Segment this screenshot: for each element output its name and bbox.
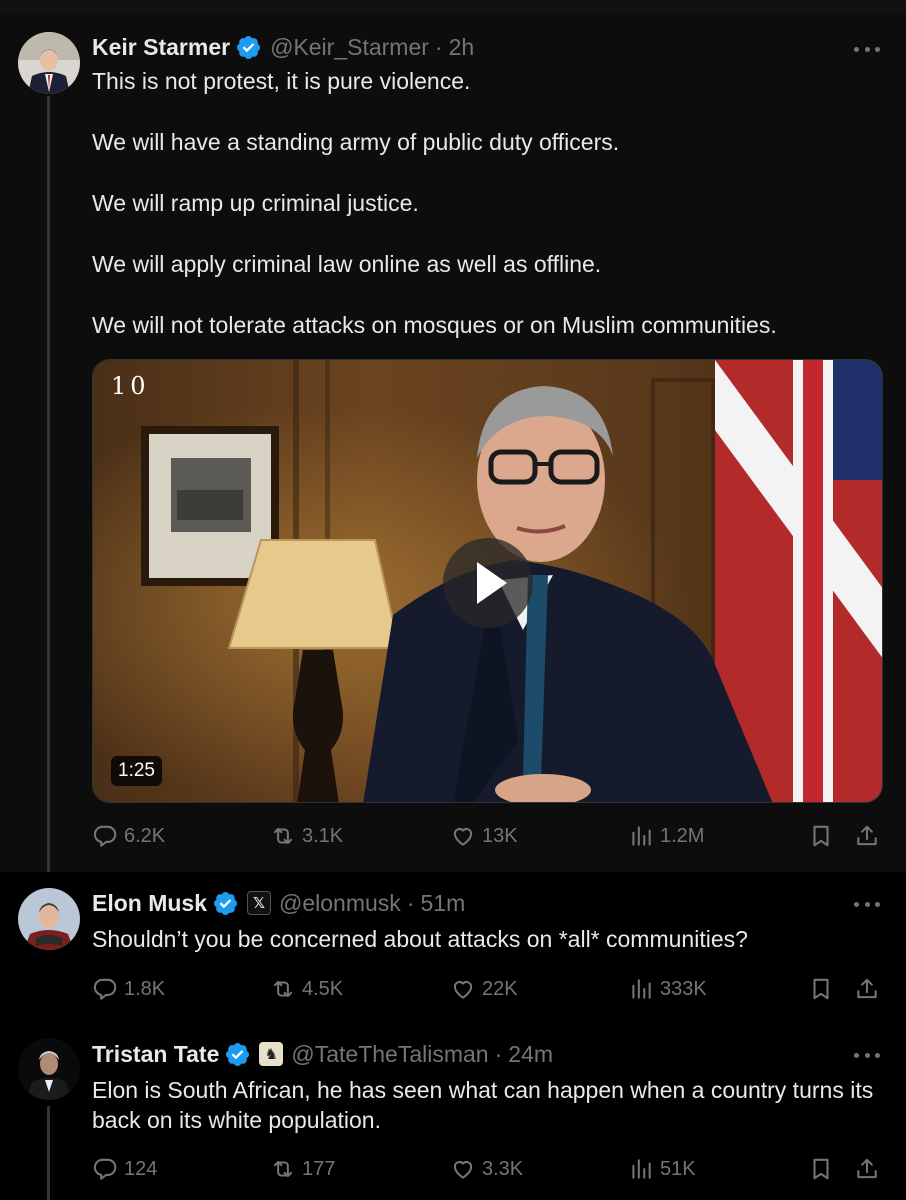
tweet-text: Shouldn’t you be concerned about attacks…	[92, 926, 748, 952]
avatar[interactable]	[18, 888, 80, 950]
repost-icon	[273, 980, 293, 998]
bookmark-icon	[813, 978, 829, 1000]
like-button[interactable]: 3.3K	[450, 1154, 523, 1184]
views-icon	[632, 979, 651, 999]
repost-icon	[273, 1160, 293, 1178]
repost-count: 177	[302, 1157, 336, 1180]
tweet-elon-musk[interactable]: Elon Musk 𝕏 @elonmusk · 51m Shouldn’t yo…	[0, 872, 906, 1022]
views-icon	[632, 1159, 651, 1179]
avatar-image	[18, 1038, 80, 1100]
like-icon	[453, 981, 473, 999]
repost-button[interactable]: 3.1K	[270, 821, 343, 851]
reply-icon	[93, 978, 117, 1000]
reply-icon	[93, 825, 117, 847]
bookmark-icon	[813, 825, 829, 847]
bookmark-button[interactable]	[808, 821, 834, 851]
more-icon[interactable]	[854, 899, 880, 909]
views-button[interactable]: 333K	[628, 974, 707, 1004]
timestamp[interactable]: 2h	[449, 34, 475, 61]
views-count: 333K	[660, 977, 707, 1000]
reply-count: 6.2K	[124, 824, 166, 847]
play-icon[interactable]	[443, 538, 533, 628]
like-button[interactable]: 13K	[450, 821, 518, 851]
tweet-text: This is not protest, it is pure violence…	[92, 66, 882, 340]
reply-button[interactable]: 124	[92, 1154, 157, 1184]
action-bar: 6.2K 3.1K 13K 1.2M	[92, 821, 892, 851]
avatar-image	[18, 32, 80, 94]
share-icon	[857, 825, 877, 846]
tweet-header: Keir Starmer @Keir_Starmer · 2h	[92, 32, 474, 62]
top-bar	[0, 0, 906, 14]
thread-line	[47, 1106, 50, 1200]
affiliation-knight-icon[interactable]: ♞	[259, 1042, 284, 1066]
bookmark-button[interactable]	[808, 974, 834, 1004]
repost-icon	[273, 827, 293, 845]
tweet-tristan-tate[interactable]: Tristan Tate ♞ @TateTheTalisman · 24m El…	[0, 1022, 906, 1200]
separator-dot: ·	[494, 1040, 503, 1067]
share-button[interactable]	[854, 821, 880, 851]
separator-dot: ·	[434, 33, 443, 60]
like-icon	[453, 1161, 473, 1179]
action-bar: 124 177 3.3K 51K	[92, 1154, 892, 1184]
timestamp[interactable]: 24m	[508, 1041, 553, 1068]
repost-count: 3.1K	[302, 824, 344, 847]
like-button[interactable]: 22K	[450, 974, 518, 1004]
like-icon	[453, 828, 473, 846]
views-button[interactable]: 51K	[628, 1154, 696, 1184]
affiliation-x-icon[interactable]: 𝕏	[247, 891, 272, 915]
bookmark-button[interactable]	[808, 1154, 834, 1184]
reply-count: 1.8K	[124, 977, 166, 1000]
separator-dot: ·	[406, 889, 415, 916]
more-icon[interactable]	[854, 44, 880, 54]
handle[interactable]: @Keir_Starmer	[270, 34, 429, 61]
action-bar: 1.8K 4.5K 22K 333K	[92, 974, 892, 1004]
display-name[interactable]: Elon Musk	[92, 890, 207, 917]
avatar[interactable]	[18, 1038, 80, 1100]
share-button[interactable]	[854, 1154, 880, 1184]
timestamp[interactable]: 51m	[420, 890, 465, 917]
repost-button[interactable]: 4.5K	[270, 974, 343, 1004]
tweet-paragraph: We will apply criminal law online as wel…	[92, 251, 602, 277]
bookmark-icon	[813, 1158, 829, 1180]
video-player[interactable]: 10 1:25	[92, 359, 883, 803]
tweet-text: Elon is South African, he has seen what …	[92, 1077, 874, 1133]
display-name[interactable]: Keir Starmer	[92, 34, 230, 61]
share-icon	[857, 978, 877, 999]
tweet-header: Elon Musk 𝕏 @elonmusk · 51m	[92, 888, 465, 918]
share-button[interactable]	[854, 974, 880, 1004]
repost-button[interactable]: 177	[270, 1154, 335, 1184]
video-duration: 1:25	[111, 756, 162, 786]
handle[interactable]: @TateTheTalisman	[291, 1041, 488, 1068]
reply-button[interactable]: 1.8K	[92, 974, 165, 1004]
verified-badge-icon	[235, 34, 262, 61]
views-count: 1.2M	[660, 824, 705, 847]
display-name[interactable]: Tristan Tate	[92, 1041, 219, 1068]
views-button[interactable]: 1.2M	[628, 821, 704, 851]
handle[interactable]: @elonmusk	[279, 890, 401, 917]
repost-count: 4.5K	[302, 977, 344, 1000]
tweet-paragraph: We will have a standing army of public d…	[92, 129, 620, 155]
avatar[interactable]	[18, 32, 80, 94]
tweet-header: Tristan Tate ♞ @TateTheTalisman · 24m	[92, 1039, 553, 1069]
verified-badge-icon	[224, 1041, 251, 1068]
views-count: 51K	[660, 1157, 696, 1180]
avatar-image	[18, 888, 80, 950]
tweet-keir-starmer[interactable]: Keir Starmer @Keir_Starmer · 2h This is …	[0, 14, 906, 872]
number-10-logo: 10	[111, 372, 150, 400]
reply-button[interactable]: 6.2K	[92, 821, 165, 851]
like-count: 3.3K	[482, 1157, 524, 1180]
reply-icon	[93, 1158, 117, 1180]
tweet-paragraph: We will ramp up criminal justice.	[92, 190, 419, 216]
tweet-paragraph: We will not tolerate attacks on mosques …	[92, 312, 777, 338]
verified-badge-icon	[212, 890, 239, 917]
like-count: 13K	[482, 824, 518, 847]
share-icon	[857, 1158, 877, 1179]
reply-count: 124	[124, 1157, 158, 1180]
tweet-paragraph: This is not protest, it is pure violence…	[92, 68, 471, 94]
like-count: 22K	[482, 977, 518, 1000]
views-icon	[632, 826, 651, 846]
thread-line	[47, 96, 50, 872]
more-icon[interactable]	[854, 1050, 880, 1060]
